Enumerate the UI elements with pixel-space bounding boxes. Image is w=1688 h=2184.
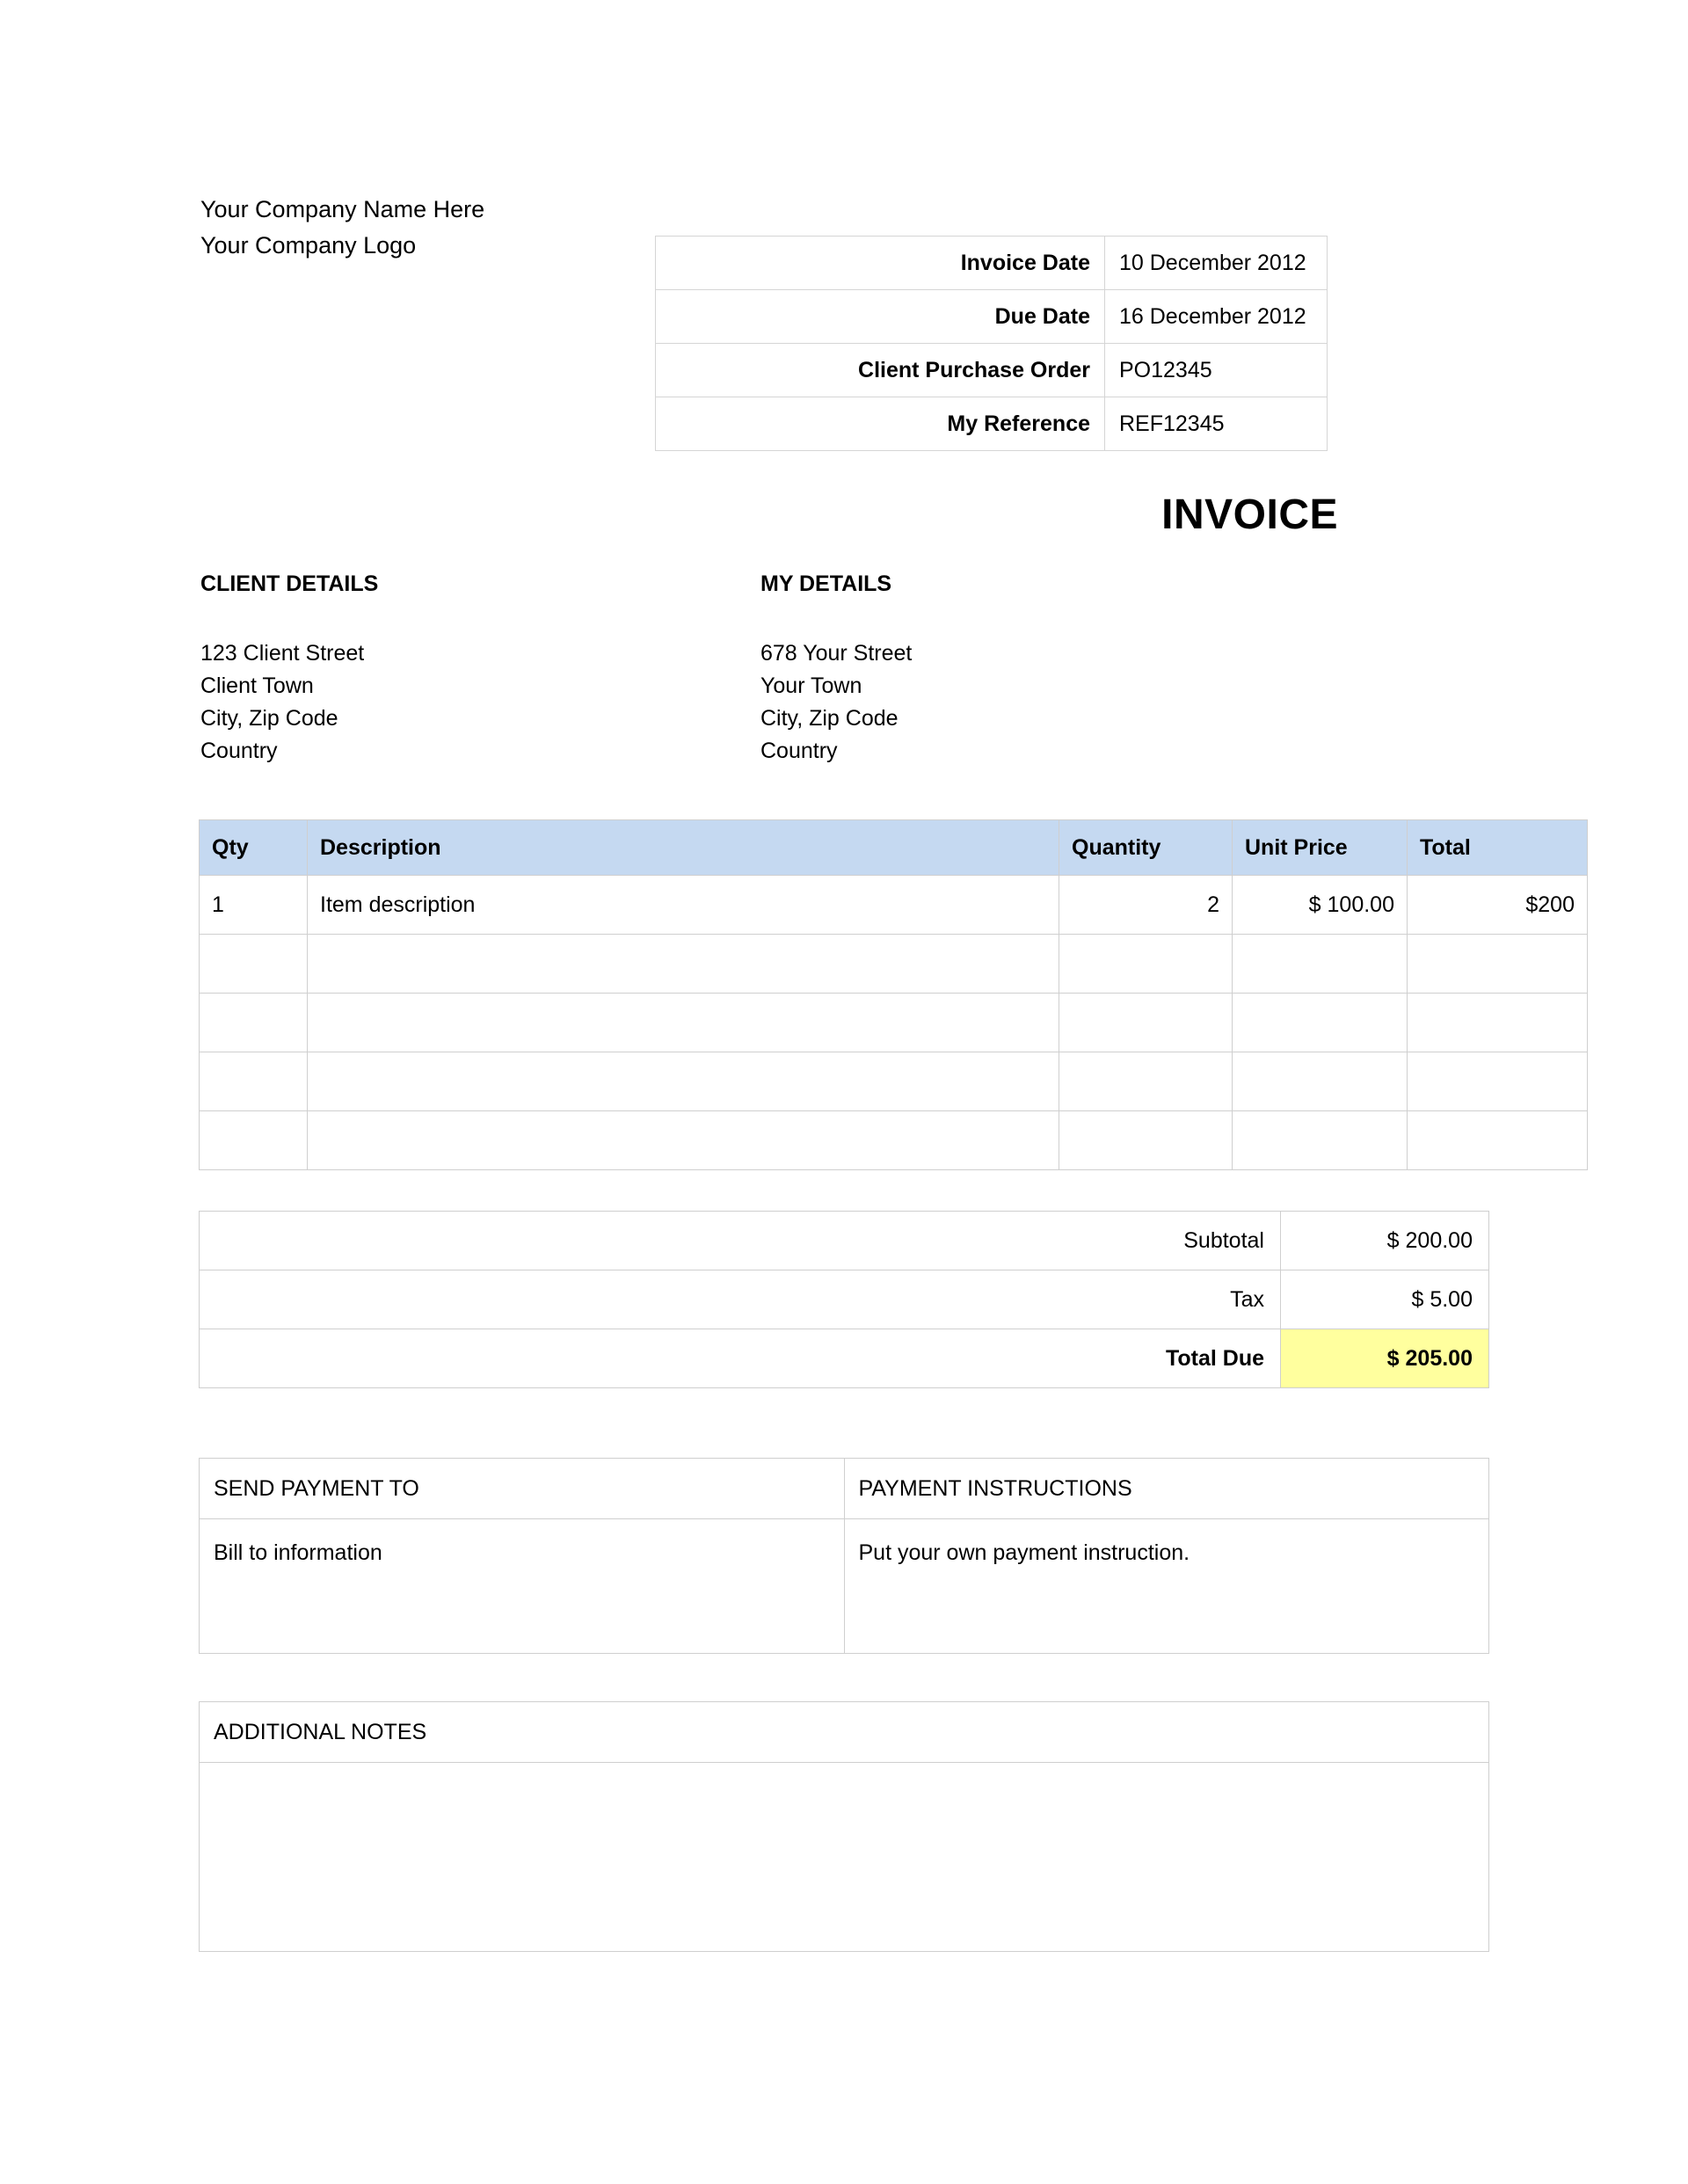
column-header-quantity: Quantity (1059, 819, 1233, 876)
cell-unit-price[interactable]: $ 100.00 (1232, 875, 1408, 935)
cell-description[interactable] (307, 1052, 1059, 1111)
my-address-line: Your Town (760, 673, 862, 698)
client-purchase-order-value[interactable]: PO12345 (1104, 343, 1328, 397)
cell-qty[interactable]: 1 (199, 875, 308, 935)
tax-value[interactable]: $ 5.00 (1280, 1270, 1489, 1329)
invoice-date-value[interactable]: 10 December 2012 (1104, 236, 1328, 290)
cell-description[interactable]: Item description (307, 875, 1059, 935)
client-purchase-order-label: Client Purchase Order (655, 343, 1105, 397)
cell-qty[interactable] (199, 1052, 308, 1111)
client-address-line: Client Town (200, 673, 314, 698)
table-row: Invoice Date 10 December 2012 (655, 236, 1328, 290)
total-due-label: Total Due (199, 1329, 1281, 1388)
summary-table: Subtotal $ 200.00 Tax $ 5.00 Total Due $… (199, 1211, 1489, 1388)
table-row (199, 1110, 1588, 1170)
my-details-block: MY DETAILS 678 Your Street Your Town Cit… (760, 571, 912, 768)
table-row: 1 Item description 2 $ 100.00 $200 (199, 875, 1588, 935)
column-header-total: Total (1407, 819, 1588, 876)
table-row: My Reference REF12345 (655, 397, 1328, 451)
due-date-label: Due Date (655, 289, 1105, 344)
invoice-page: Your Company Name Here Your Company Logo… (0, 0, 1688, 2184)
cell-qty[interactable] (199, 993, 308, 1052)
client-address-line: City, Zip Code (200, 706, 338, 731)
additional-notes-heading: ADDITIONAL NOTES (199, 1701, 1489, 1763)
my-address-line: Country (760, 739, 838, 763)
cell-unit-price[interactable] (1232, 1052, 1408, 1111)
payment-section-table: SEND PAYMENT TO PAYMENT INSTRUCTIONS Bil… (199, 1458, 1489, 1654)
table-row (199, 993, 1588, 1052)
my-address-line: City, Zip Code (760, 706, 899, 731)
cell-total[interactable] (1407, 934, 1588, 994)
cell-total[interactable] (1407, 1052, 1588, 1111)
cell-total[interactable] (1407, 1110, 1588, 1170)
cell-total[interactable] (1407, 993, 1588, 1052)
table-row: Bill to information Put your own payment… (199, 1518, 1489, 1654)
table-row (199, 934, 1588, 994)
payment-instructions-heading: PAYMENT INSTRUCTIONS (843, 1458, 1489, 1519)
client-address-line: Country (200, 739, 278, 763)
company-name: Your Company Name Here (200, 196, 485, 222)
cell-qty[interactable] (199, 1110, 308, 1170)
payment-instructions-body[interactable]: Put your own payment instruction. (843, 1518, 1489, 1654)
cell-quantity[interactable] (1059, 993, 1233, 1052)
invoice-date-label: Invoice Date (655, 236, 1105, 290)
line-items-body: 1 Item description 2 $ 100.00 $200 (199, 875, 1588, 1170)
cell-description[interactable] (307, 934, 1059, 994)
due-date-value[interactable]: 16 December 2012 (1104, 289, 1328, 344)
client-address-line: 123 Client Street (200, 641, 365, 666)
invoice-details-table: Invoice Date 10 December 2012 Due Date 1… (655, 236, 1328, 451)
cell-quantity[interactable]: 2 (1059, 875, 1233, 935)
cell-total[interactable]: $200 (1407, 875, 1588, 935)
line-items-header: Qty Description Quantity Unit Price Tota… (199, 819, 1588, 876)
send-payment-to-body[interactable]: Bill to information (199, 1518, 845, 1654)
cell-quantity[interactable] (1059, 934, 1233, 994)
client-details-heading: CLIENT DETAILS (200, 571, 379, 596)
total-due-value[interactable]: $ 205.00 (1280, 1329, 1489, 1388)
cell-unit-price[interactable] (1232, 934, 1408, 994)
my-reference-label: My Reference (655, 397, 1105, 451)
table-row: Subtotal $ 200.00 (199, 1211, 1489, 1270)
my-details-heading: MY DETAILS (760, 571, 892, 596)
table-row: Tax $ 5.00 (199, 1270, 1489, 1329)
cell-unit-price[interactable] (1232, 993, 1408, 1052)
summary-body: Subtotal $ 200.00 Tax $ 5.00 Total Due $… (199, 1211, 1489, 1388)
table-row (199, 1762, 1489, 1952)
column-header-description: Description (307, 819, 1059, 876)
additional-notes-body-cell[interactable] (199, 1762, 1489, 1952)
cell-quantity[interactable] (1059, 1110, 1233, 1170)
column-header-unit-price: Unit Price (1232, 819, 1408, 876)
tax-label: Tax (199, 1270, 1281, 1329)
additional-notes-body: ADDITIONAL NOTES (199, 1701, 1489, 1952)
cell-unit-price[interactable] (1232, 1110, 1408, 1170)
client-details-block: CLIENT DETAILS 123 Client Street Client … (200, 571, 378, 768)
additional-notes-table: ADDITIONAL NOTES (199, 1701, 1489, 1952)
payment-section-body: SEND PAYMENT TO PAYMENT INSTRUCTIONS Bil… (199, 1458, 1489, 1654)
table-row: Client Purchase Order PO12345 (655, 343, 1328, 397)
cell-quantity[interactable] (1059, 1052, 1233, 1111)
my-address-line: 678 Your Street (760, 641, 913, 666)
page-title: INVOICE (1161, 491, 1338, 538)
company-header: Your Company Name Here Your Company Logo (200, 192, 484, 264)
cell-qty[interactable] (199, 934, 308, 994)
company-logo-text: Your Company Logo (200, 232, 417, 258)
cell-description[interactable] (307, 1110, 1059, 1170)
my-reference-value[interactable]: REF12345 (1104, 397, 1328, 451)
cell-description[interactable] (307, 993, 1059, 1052)
table-row (199, 1052, 1588, 1111)
table-header-row: Qty Description Quantity Unit Price Tota… (199, 819, 1588, 876)
table-row: SEND PAYMENT TO PAYMENT INSTRUCTIONS (199, 1458, 1489, 1519)
column-header-qty: Qty (199, 819, 308, 876)
subtotal-value[interactable]: $ 200.00 (1280, 1211, 1489, 1270)
line-items-table: Qty Description Quantity Unit Price Tota… (199, 819, 1588, 1170)
table-row: Due Date 16 December 2012 (655, 289, 1328, 344)
table-row: ADDITIONAL NOTES (199, 1701, 1489, 1763)
table-row: Total Due $ 205.00 (199, 1329, 1489, 1388)
send-payment-to-heading: SEND PAYMENT TO (199, 1458, 845, 1519)
invoice-details-body: Invoice Date 10 December 2012 Due Date 1… (655, 236, 1328, 451)
subtotal-label: Subtotal (199, 1211, 1281, 1270)
